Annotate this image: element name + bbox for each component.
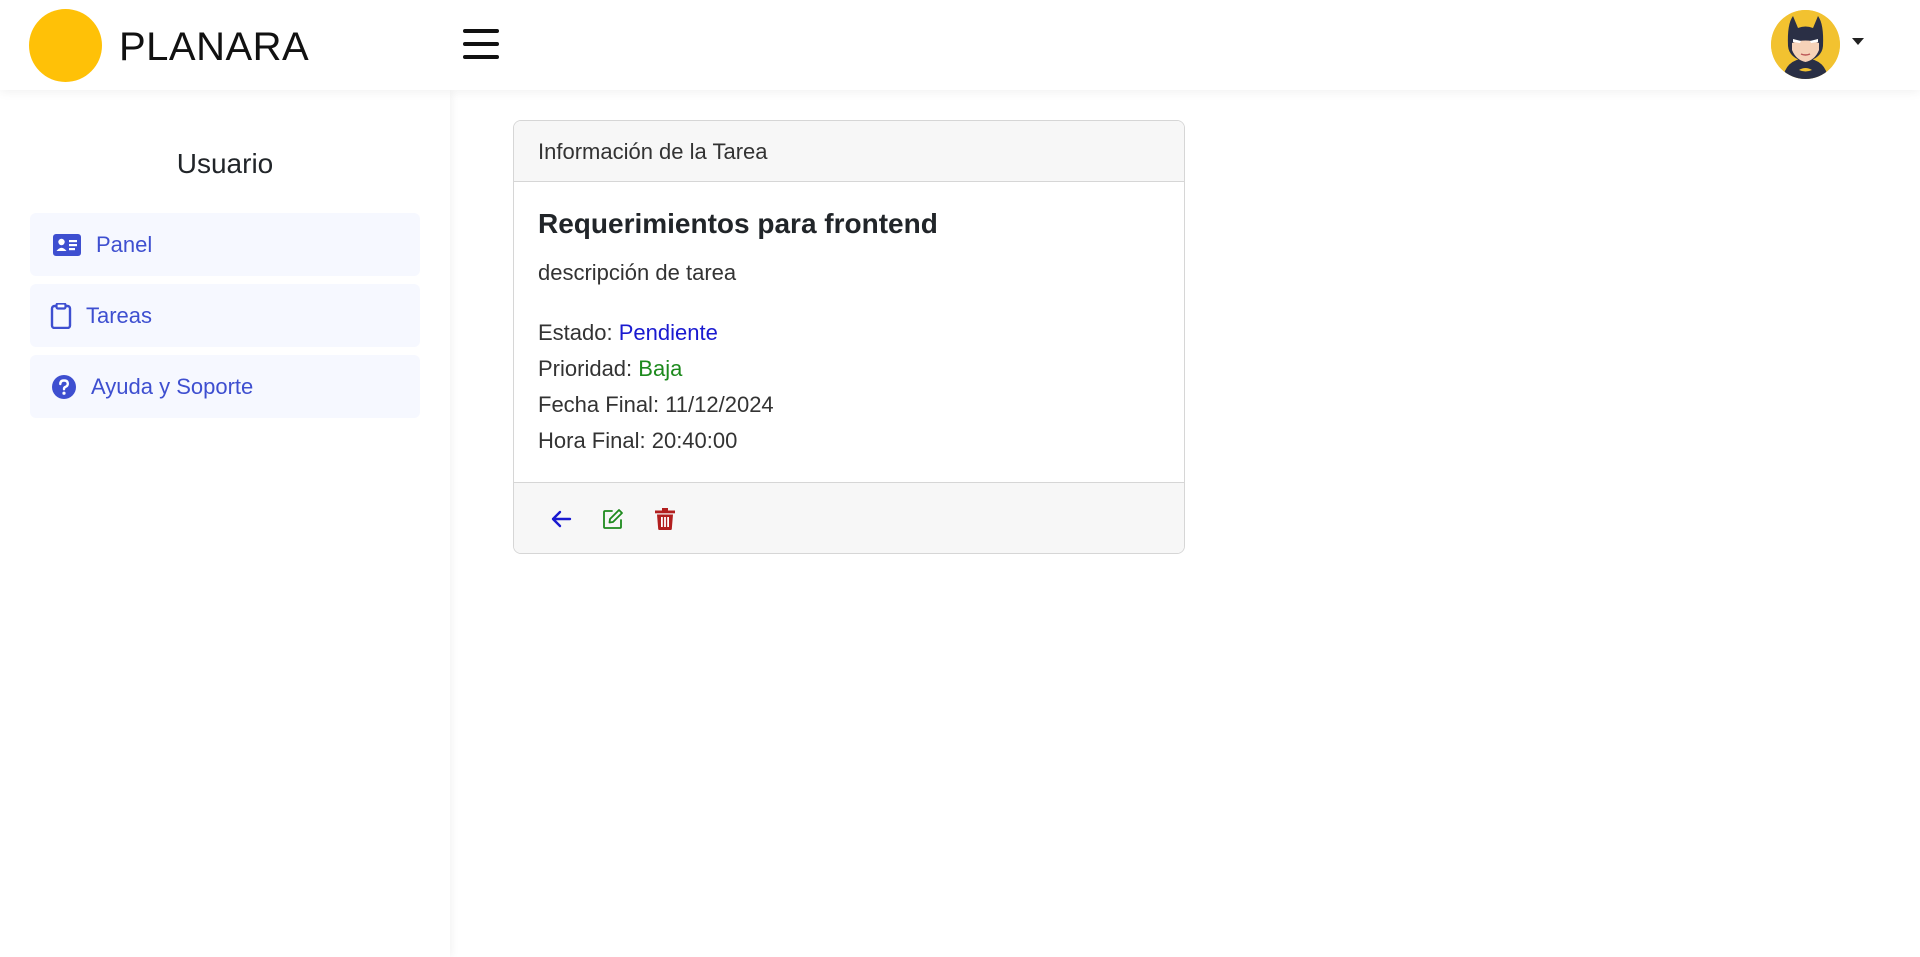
sidebar-item-ayuda[interactable]: Ayuda y Soporte — [30, 355, 420, 418]
clipboard-icon — [46, 301, 76, 331]
sidebar-item-tareas[interactable]: Tareas — [30, 284, 420, 347]
priority-label: Prioridad: — [538, 356, 633, 381]
id-card-icon — [52, 230, 82, 260]
end-time-row: Hora Final: 20:40:00 — [538, 428, 737, 454]
end-time-label: Hora Final: — [538, 428, 646, 453]
task-description: descripción de tarea — [538, 260, 737, 285]
avatar[interactable] — [1771, 10, 1840, 79]
back-button[interactable] — [545, 503, 577, 535]
sidebar-title: Usuario — [176, 148, 274, 179]
status-label: Estado: — [538, 320, 613, 345]
edit-button[interactable] — [597, 503, 629, 535]
brand-name[interactable]: PLANARA — [119, 24, 309, 70]
end-date-label: Fecha Final: — [538, 392, 660, 417]
sidebar-item-label: Tareas — [86, 302, 153, 328]
status-value: Pendiente — [618, 320, 718, 345]
task-title: Requerimientos para frontend — [538, 208, 938, 239]
priority-value: Baja — [638, 356, 683, 381]
sidebar-item-label: Ayuda y Soporte — [91, 373, 254, 399]
sidebar-item-panel[interactable]: Panel — [30, 213, 420, 276]
delete-button[interactable] — [649, 503, 681, 535]
end-time-value: 20:40:00 — [651, 428, 738, 453]
card-header: Información de la Tarea — [514, 121, 1184, 182]
logo[interactable] — [29, 9, 102, 82]
trash-icon — [655, 508, 675, 530]
hamburger-icon[interactable] — [463, 27, 499, 61]
arrow-left-icon — [551, 510, 572, 528]
status-row: Estado: Pendiente — [538, 320, 718, 346]
sidebar-item-label: Panel — [96, 231, 153, 257]
end-date-row: Fecha Final: 11/12/2024 — [538, 392, 774, 418]
batman-avatar-icon — [1771, 10, 1840, 79]
end-date-value: 11/12/2024 — [665, 392, 774, 417]
sidebar: Usuario Panel Tareas Ayuda y Soporte — [0, 90, 450, 957]
top-navbar: PLANARA — [0, 0, 1920, 90]
question-circle-icon — [49, 372, 79, 402]
caret-down-icon[interactable] — [1852, 38, 1864, 45]
card-footer — [514, 482, 1184, 553]
edit-icon — [603, 509, 623, 529]
task-info-card: Información de la Tarea Requerimientos p… — [513, 120, 1185, 554]
priority-row: Prioridad: Baja — [538, 356, 682, 382]
